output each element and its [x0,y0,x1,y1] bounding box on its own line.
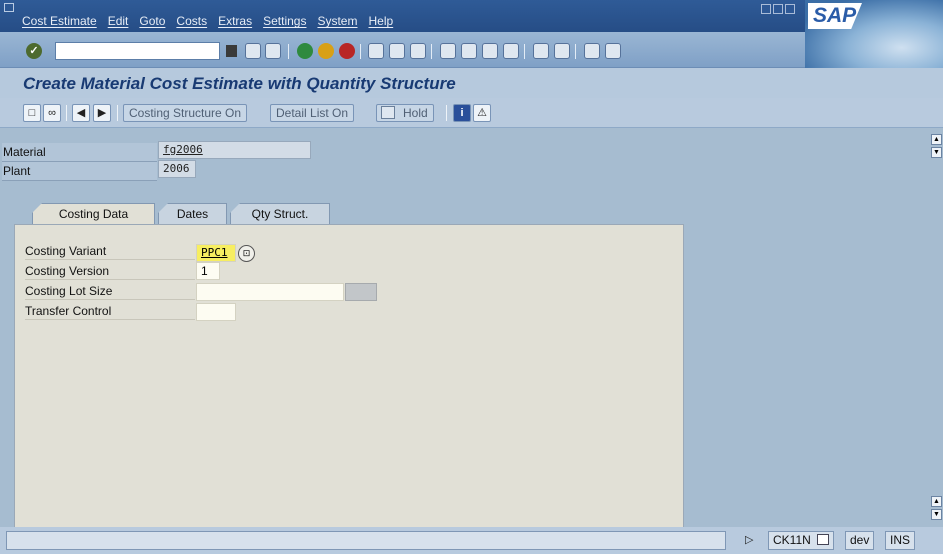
sap-logo: SAP [808,3,862,29]
costing-version-label: Costing Version [25,262,195,280]
next-page-icon[interactable] [482,43,498,59]
tab-dates[interactable]: Dates [158,203,227,224]
costing-lot-size-input[interactable] [196,283,344,301]
maximize-icon[interactable] [773,4,783,14]
close-icon[interactable] [785,4,795,14]
lot-size-unit-field [345,283,377,301]
menu-bar: Cost Estimate Edit Goto Costs Extras Set… [0,0,943,32]
hold-icon [381,106,395,119]
sap-logo-area: SAP [805,0,943,68]
scroll-page-up-icon[interactable]: ▲ [931,496,942,507]
transfer-control-input[interactable] [196,303,236,321]
first-page-icon[interactable] [440,43,456,59]
command-history-icon[interactable] [226,45,237,57]
page-title: Create Material Cost Estimate with Quant… [23,74,456,93]
new-document-icon[interactable]: □ [23,104,41,122]
standard-toolbar: ✓ [0,32,805,68]
shortcut-icon[interactable] [554,43,570,59]
new-session-icon[interactable] [533,43,549,59]
plant-label: Plant [3,164,31,178]
menu-extras[interactable]: Extras [218,14,252,28]
menu-settings[interactable]: Settings [263,14,306,28]
hold-button[interactable]: Hold [376,104,434,122]
display-change-icon[interactable]: ∞ [43,104,61,122]
menu-system[interactable]: System [317,14,357,28]
menu-costs[interactable]: Costs [176,14,207,28]
find-icon[interactable] [389,43,405,59]
costing-variant-label: Costing Variant [25,242,195,260]
status-expand-icon[interactable]: ▷ [745,533,753,546]
menu-goto[interactable]: Goto [139,14,165,28]
command-field[interactable] [55,42,220,60]
toolbar-separator [360,44,361,59]
find-next-icon[interactable] [410,43,426,59]
help-icon[interactable] [584,43,600,59]
scroll-up-icon[interactable]: ▲ [931,134,942,145]
menu-cost-estimate[interactable]: Cost Estimate [22,14,97,28]
toolbar-separator [431,44,432,59]
menu-help[interactable]: Help [368,14,393,28]
log-icon[interactable]: ⚠ [473,104,491,122]
toolbar-separator [117,105,118,121]
toolbar-separator [575,44,576,59]
insert-mode: INS [885,531,916,550]
title-bar: Create Material Cost Estimate with Quant… [0,68,943,98]
status-bar: ▷ CK11N dev INS [0,527,943,554]
enter-icon[interactable]: ✓ [26,43,42,59]
back-icon[interactable] [297,43,313,59]
previous-icon[interactable]: ◀ [72,104,90,122]
possible-entries-icon[interactable]: ⊡ [238,245,255,262]
print-icon[interactable] [368,43,384,59]
window-controls [761,4,795,14]
transaction-code: CK11N [768,531,835,550]
layout-menu-icon[interactable] [605,43,621,59]
detail-list-button[interactable]: Detail List On [270,104,355,122]
tab-qty-struct[interactable]: Qty Struct. [230,203,330,224]
system-name: dev [845,531,875,550]
info-icon[interactable]: i [453,104,471,122]
tab-costing-data[interactable]: Costing Data [32,203,155,225]
plant-value: 2006 [158,160,196,178]
minimize-icon[interactable] [761,4,771,14]
save-icon[interactable] [265,43,281,59]
toolbar-separator [66,105,67,121]
costing-lot-size-label: Costing Lot Size [25,282,195,300]
material-value: fg2006 [158,141,311,159]
next-icon[interactable]: ▶ [93,104,111,122]
vertical-scrollbar[interactable]: ▲ ▼ ▲ ▼ [930,128,943,534]
system-info-icon[interactable] [817,534,830,545]
scroll-page-down-icon[interactable]: ▼ [931,509,942,520]
material-label: Material [3,145,46,159]
costing-variant-input[interactable]: PPC1 [196,244,236,262]
last-page-icon[interactable] [503,43,519,59]
exit-icon[interactable] [318,43,334,59]
menu-edit[interactable]: Edit [108,14,129,28]
previous-page-icon[interactable] [461,43,477,59]
costing-structure-button[interactable]: Costing Structure On [123,104,248,122]
toolbar-separator [524,44,525,59]
scroll-down-icon[interactable]: ▼ [931,147,942,158]
menu-items: Cost Estimate Edit Goto Costs Extras Set… [22,14,393,28]
costing-version-input[interactable]: 1 [196,262,220,280]
transfer-control-label: Transfer Control [25,302,195,320]
system-menu-icon[interactable] [4,3,14,12]
back-arrow-icon[interactable] [245,43,261,59]
status-message [6,531,726,550]
cancel-icon[interactable] [339,43,355,59]
toolbar-separator [446,105,447,121]
toolbar-separator [288,44,289,59]
application-toolbar: □ ∞ ◀ ▶ Costing Structure On Detail List… [0,98,943,128]
